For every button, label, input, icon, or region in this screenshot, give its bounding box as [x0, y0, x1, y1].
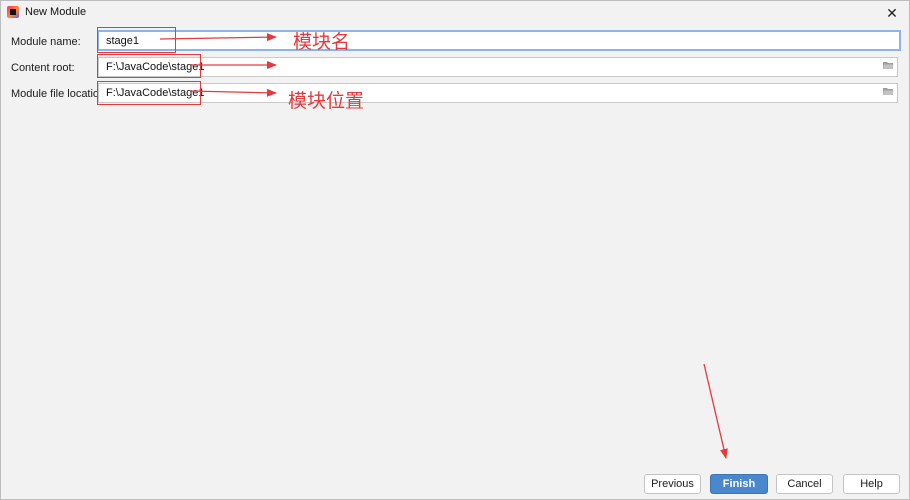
content-root-label-text: Content root:	[11, 62, 75, 74]
annotation-highlight-content-root	[97, 54, 201, 78]
content-root-field[interactable]	[98, 57, 898, 77]
content-root-label: Content root:	[11, 62, 75, 74]
annotation-location-note: 模块位置	[288, 90, 365, 112]
title-bar: New Module ✕	[1, 1, 909, 24]
close-icon[interactable]: ✕	[883, 4, 901, 22]
module-name-label-text: Module name:	[11, 36, 81, 48]
module-file-location-label: Module file location:	[11, 88, 108, 100]
module-file-location-field[interactable]	[98, 83, 898, 103]
folder-icon[interactable]	[883, 61, 894, 70]
help-button[interactable]: Help	[843, 474, 900, 494]
window-title: New Module	[25, 6, 87, 18]
module-name-input[interactable]	[99, 32, 866, 49]
module-name-field[interactable]	[97, 30, 901, 51]
module-name-label: Module name:	[11, 36, 81, 48]
cancel-button[interactable]: Cancel	[776, 474, 833, 494]
intellij-app-icon	[7, 6, 19, 18]
content-root-input[interactable]	[99, 58, 866, 76]
annotation-highlight-location	[97, 81, 201, 105]
annotation-highlight-module-name	[97, 27, 176, 53]
module-file-location-label-text: Module file location:	[11, 88, 109, 100]
folder-icon[interactable]	[883, 87, 894, 96]
previous-button[interactable]: Previous	[644, 474, 701, 494]
finish-button[interactable]: Finish	[710, 474, 768, 494]
new-module-dialog: New Module ✕ Module name: Content root: …	[0, 0, 910, 500]
module-file-location-input[interactable]	[99, 84, 866, 102]
annotation-module-name-note: 模块名	[293, 31, 351, 53]
